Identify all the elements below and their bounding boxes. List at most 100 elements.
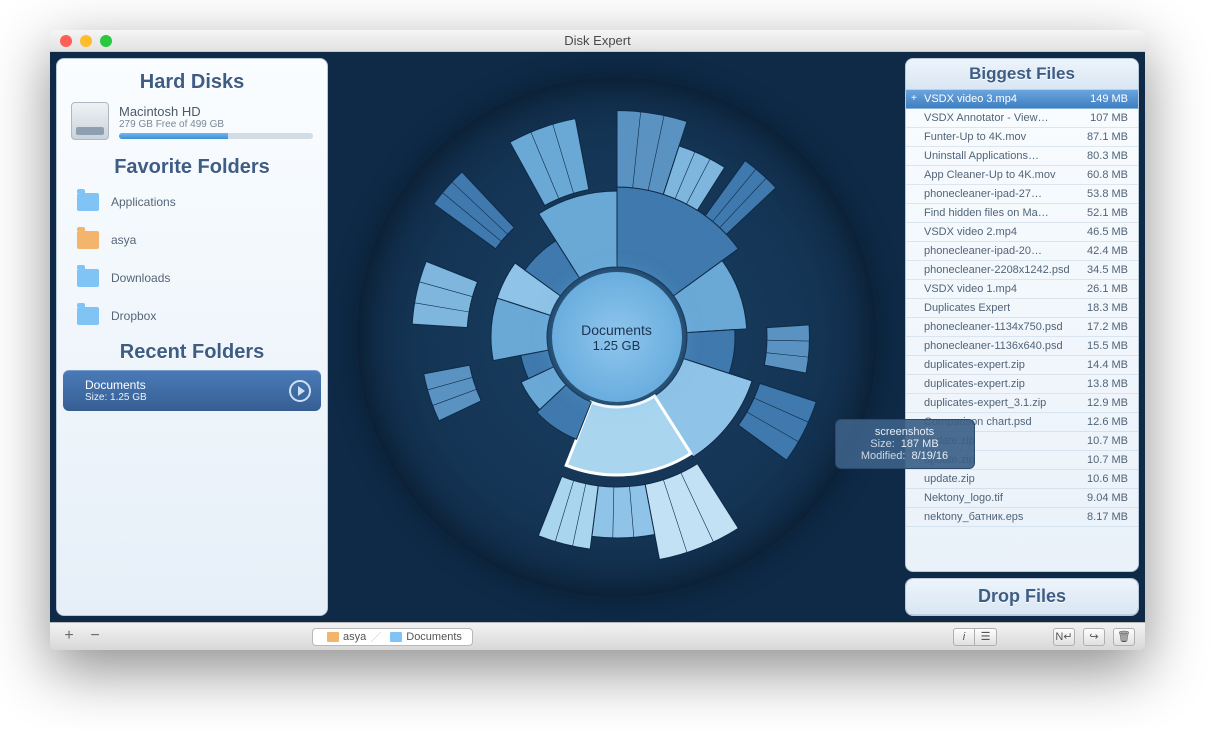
file-name: VSDX Annotator - View… <box>924 112 1084 124</box>
file-size: 52.1 MB <box>1087 207 1128 219</box>
home-icon <box>327 632 339 642</box>
file-size: 17.2 MB <box>1087 321 1128 333</box>
sunburst-slice[interactable] <box>645 464 738 560</box>
file-row[interactable]: update.zip 10.6 MB <box>906 470 1138 489</box>
drop-files-panel[interactable]: Drop Files <box>905 578 1139 616</box>
folder-icon <box>390 632 402 642</box>
chart-tooltip: screenshots Size: 187 MB Modified: 8/19/… <box>835 419 975 469</box>
file-size: 34.5 MB <box>1087 264 1128 276</box>
file-name: phonecleaner-1136x640.psd <box>924 340 1081 352</box>
file-row[interactable]: Find hidden files on Ma… 52.1 MB <box>906 204 1138 223</box>
sunburst-slice[interactable] <box>764 325 809 373</box>
file-row[interactable]: duplicates-expert.zip14.4 MB <box>906 356 1138 375</box>
favorite-folders-heading: Favorite Folders <box>57 156 327 179</box>
favorite-label: Applications <box>111 195 176 209</box>
file-row[interactable]: phonecleaner-ipad-20… 42.4 MB <box>906 242 1138 261</box>
file-row[interactable]: VSDX video 2.mp446.5 MB <box>906 223 1138 242</box>
drop-files-heading: Drop Files <box>906 579 1138 615</box>
favorite-label: Dropbox <box>111 309 156 323</box>
file-row[interactable]: duplicates-expert_3.1.zip12.9 MB <box>906 394 1138 413</box>
disk-row[interactable]: Macintosh HD 279 GB Free of 499 GB <box>57 98 327 150</box>
sunburst-slice[interactable] <box>423 365 481 421</box>
sunburst-slice[interactable] <box>433 172 514 249</box>
sunburst-slice[interactable] <box>591 484 654 538</box>
file-size: 53.8 MB <box>1087 188 1128 200</box>
file-name: phonecleaner-2208x1242.psd <box>924 264 1081 276</box>
favorite-item-downloads[interactable]: Downloads <box>57 259 327 297</box>
rename-button[interactable]: N↵ <box>1053 628 1075 646</box>
hard-disk-icon <box>71 102 109 140</box>
file-row[interactable]: VSDX video 1.mp426.1 MB <box>906 280 1138 299</box>
file-size: 8.17 MB <box>1087 511 1128 523</box>
scan-button[interactable] <box>289 380 311 402</box>
file-name: phonecleaner-1134x750.psd <box>924 321 1081 333</box>
file-name: VSDX video 1.mp4 <box>924 283 1081 295</box>
biggest-files-heading: Biggest Files <box>906 59 1138 90</box>
hard-disks-heading: Hard Disks <box>57 71 327 94</box>
file-row[interactable]: phonecleaner-2208x1242.psd 34.5 MB <box>906 261 1138 280</box>
file-size: 42.4 MB <box>1087 245 1128 257</box>
sunburst-slice[interactable] <box>538 476 598 549</box>
remove-button[interactable]: − <box>86 629 104 645</box>
file-row[interactable]: Nektony_logo.tif9.04 MB <box>906 489 1138 508</box>
right-sidebar: Biggest Files VSDX video 3.mp4149 MBVSDX… <box>905 58 1139 616</box>
reveal-button[interactable]: ↪ <box>1083 628 1105 646</box>
file-size: 13.8 MB <box>1087 378 1128 390</box>
recent-folder-name: Documents <box>85 378 147 392</box>
folder-icon <box>77 307 99 325</box>
file-name: VSDX video 3.mp4 <box>924 93 1084 105</box>
sunburst-slice[interactable] <box>412 261 477 327</box>
breadcrumb[interactable]: asyaDocuments <box>312 628 473 646</box>
folder-icon <box>77 193 99 211</box>
file-name: Uninstall Applications… <box>924 150 1081 162</box>
file-name: phonecleaner-ipad-20… <box>924 245 1081 257</box>
file-name: Funter-Up to 4K.mov <box>924 131 1081 143</box>
disk-name: Macintosh HD <box>119 104 313 119</box>
file-row[interactable]: phonecleaner-1134x750.psd 17.2 MB <box>906 318 1138 337</box>
file-row[interactable]: duplicates-expert.zip 13.8 MB <box>906 375 1138 394</box>
file-size: 12.6 MB <box>1087 416 1128 428</box>
file-size: 10.7 MB <box>1087 454 1128 466</box>
chart-center-label[interactable]: Documents 1.25 GB <box>552 272 682 402</box>
sunburst-slice[interactable] <box>509 119 588 206</box>
file-row[interactable]: Duplicates Expert18.3 MB <box>906 299 1138 318</box>
file-size: 14.4 MB <box>1087 359 1128 371</box>
titlebar: Disk Expert <box>50 30 1145 52</box>
sunburst-slice[interactable] <box>738 383 816 460</box>
recent-folder-size: Size: 1.25 GB <box>85 392 147 403</box>
file-row[interactable]: Funter-Up to 4K.mov87.1 MB <box>906 128 1138 147</box>
file-name: Nektony_logo.tif <box>924 492 1081 504</box>
file-name: duplicates-expert.zip <box>924 378 1081 390</box>
file-name: Duplicates Expert <box>924 302 1081 314</box>
file-row[interactable]: nektony_батник.eps8.17 MB <box>906 508 1138 527</box>
file-row[interactable]: VSDX Annotator - View…107 MB <box>906 109 1138 128</box>
file-row[interactable]: App Cleaner-Up to 4K.mov60.8 MB <box>906 166 1138 185</box>
file-name: VSDX video 2.mp4 <box>924 226 1081 238</box>
add-button[interactable]: + <box>60 629 78 645</box>
recent-folder-documents[interactable]: Documents Size: 1.25 GB <box>63 370 321 411</box>
tooltip-name: screenshots <box>850 426 960 438</box>
file-size: 149 MB <box>1090 93 1128 105</box>
file-row[interactable]: phonecleaner-ipad-27…53.8 MB <box>906 185 1138 204</box>
file-name: update.zip <box>924 473 1081 485</box>
favorite-label: Downloads <box>111 271 170 285</box>
file-size: 10.7 MB <box>1087 435 1128 447</box>
trash-button[interactable]: 🗑 <box>1113 628 1135 646</box>
info-view-button[interactable]: i <box>953 628 975 646</box>
list-view-button[interactable]: ☰ <box>975 628 997 646</box>
crumb-documents[interactable]: Documents <box>376 631 472 643</box>
favorite-item-applications[interactable]: Applications <box>57 183 327 221</box>
chart-center-name: Documents <box>581 322 652 338</box>
folder-icon <box>77 269 99 287</box>
crumb-asya[interactable]: asya <box>313 631 376 643</box>
favorite-item-dropbox[interactable]: Dropbox <box>57 297 327 335</box>
file-row[interactable]: VSDX video 3.mp4 149 MB <box>906 90 1138 109</box>
left-sidebar: Hard Disks Macintosh HD 279 GB Free of 4… <box>56 58 328 616</box>
file-row[interactable]: Uninstall Applications…80.3 MB <box>906 147 1138 166</box>
recent-folders-heading: Recent Folders <box>57 341 327 364</box>
file-size: 10.6 MB <box>1087 473 1128 485</box>
window-title: Disk Expert <box>50 33 1145 48</box>
file-name: Find hidden files on Ma… <box>924 207 1081 219</box>
file-row[interactable]: phonecleaner-1136x640.psd15.5 MB <box>906 337 1138 356</box>
favorite-item-asya[interactable]: asya <box>57 221 327 259</box>
